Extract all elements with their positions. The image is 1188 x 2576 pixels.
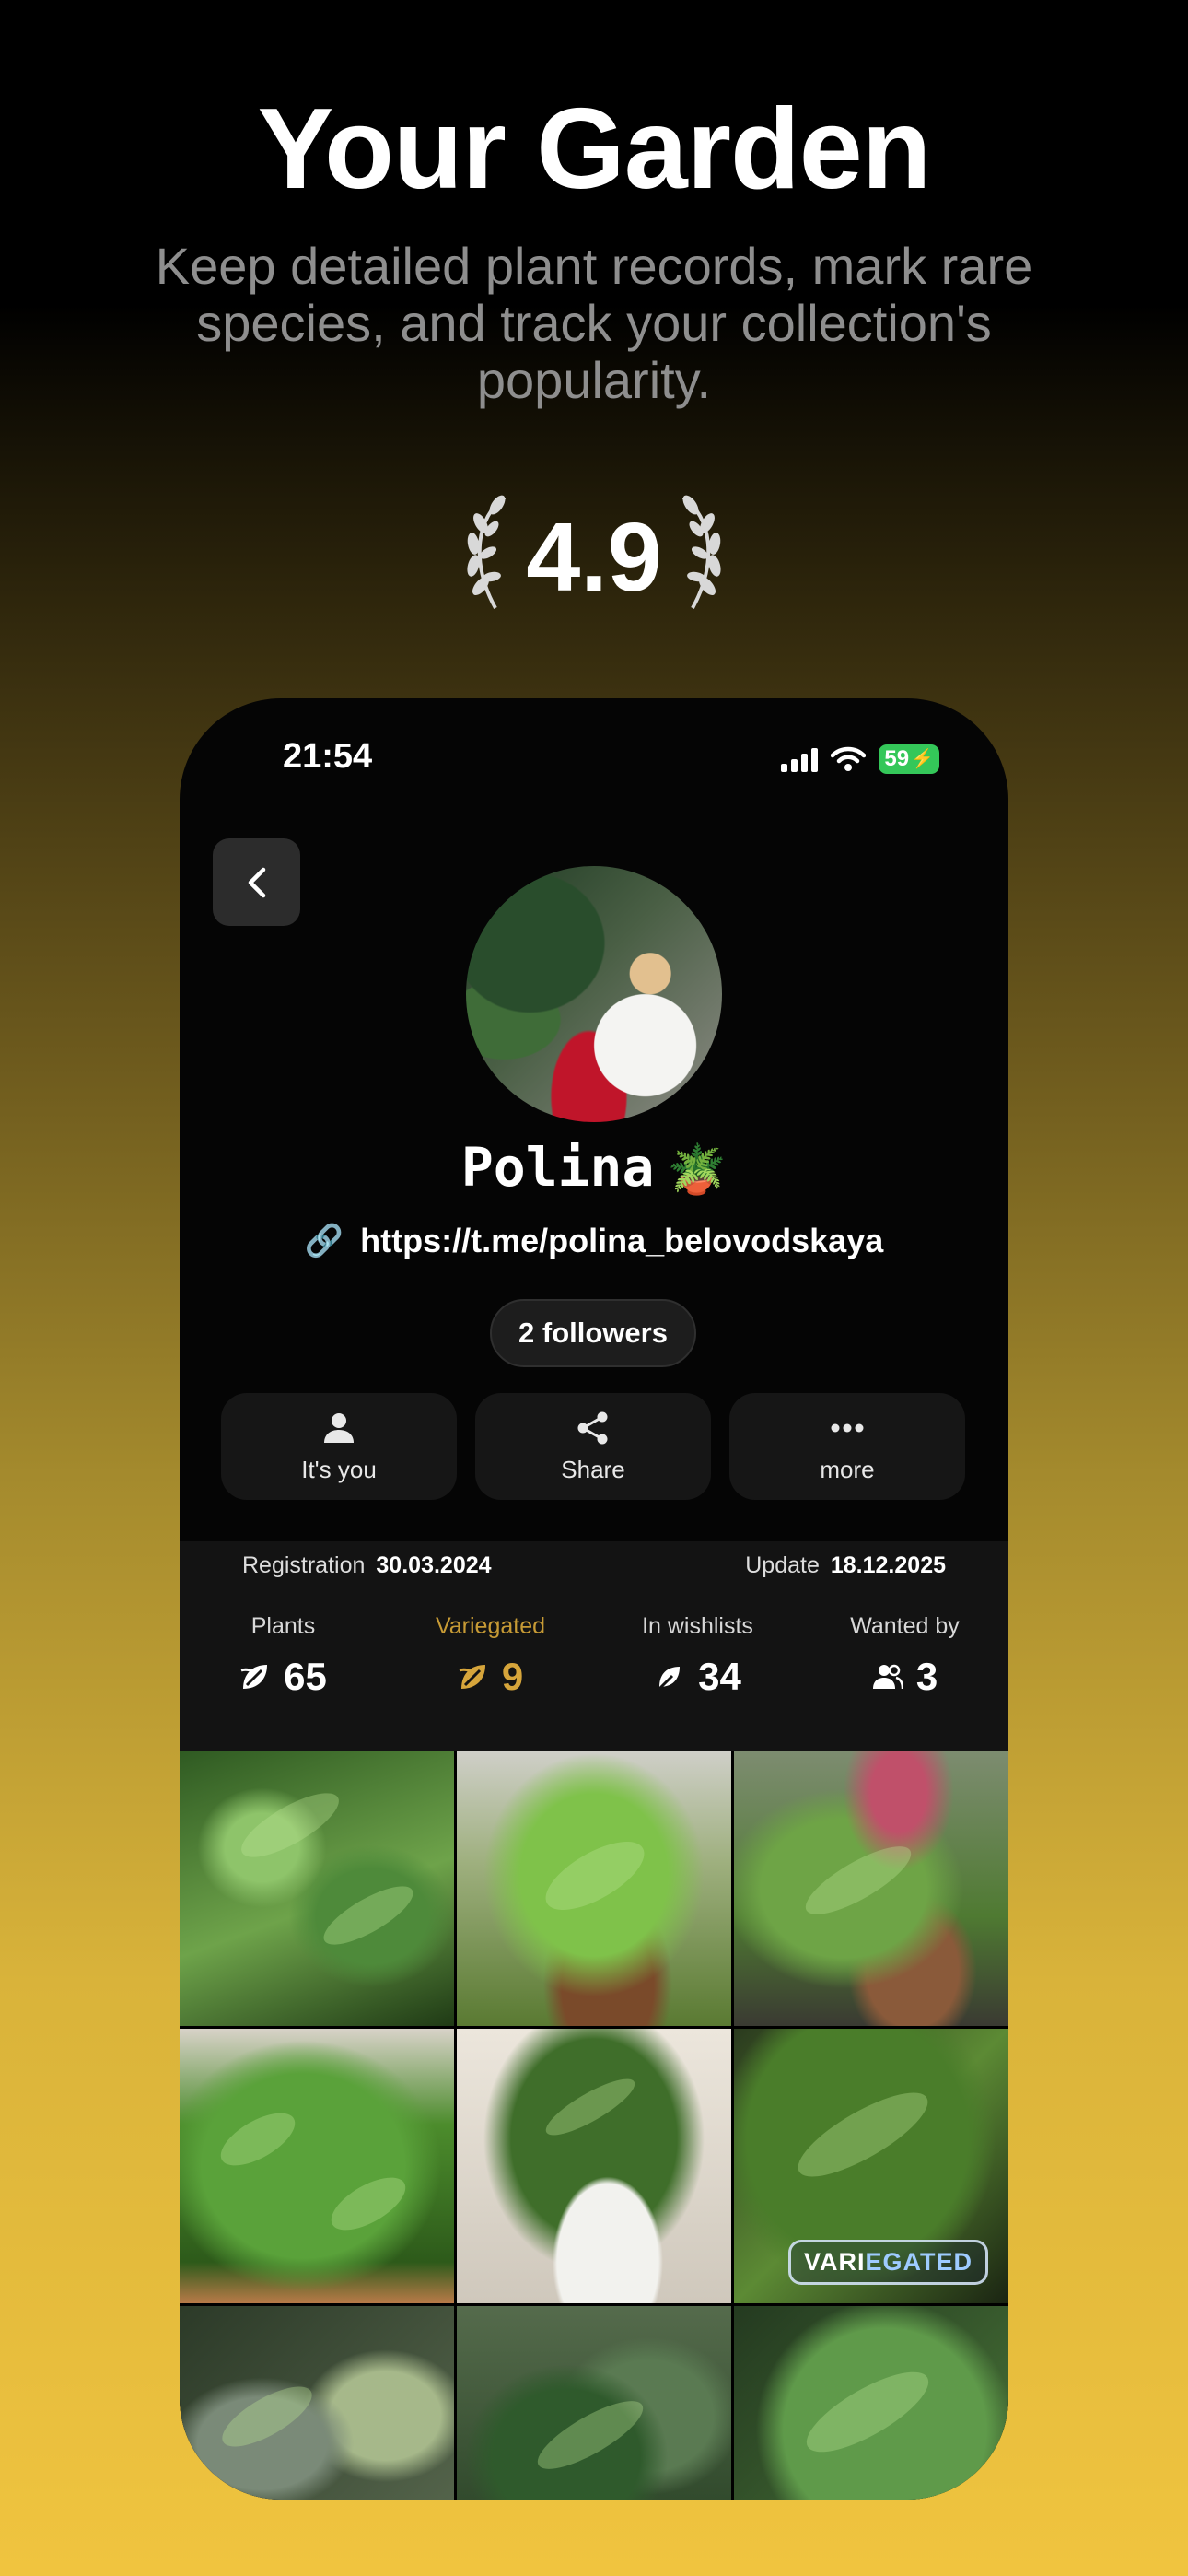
battery-level: 59 [884,746,910,771]
stat-wanted-value-row: 3 [801,1655,1008,1699]
share-label: Share [561,1455,625,1483]
plant-photo[interactable] [457,2029,731,2303]
stat-wanted-by[interactable]: Wanted by 3 [801,1613,1008,1699]
plant-photo[interactable] [734,1751,1008,2026]
registration-value: 30.03.2024 [376,1552,492,1578]
more-button[interactable]: more [729,1393,965,1500]
share-icon [577,1411,608,1444]
charging-icon: ⚡ [911,749,934,769]
followers-button[interactable]: 2 followers [490,1299,696,1367]
profile-name: Polina 🪴 [180,1131,1008,1206]
update-value: 18.12.2025 [830,1552,946,1578]
stat-plants[interactable]: Plants 65 [180,1613,387,1699]
leaf-icon [240,1665,268,1689]
share-button[interactable]: Share [475,1393,711,1500]
potted-plant-emoji: 🪴 [667,1142,728,1198]
signal-icon [781,746,819,772]
stat-wishlists-label: In wishlists [642,1613,753,1639]
stats-panel: Registration 30.03.2024 Update 18.12.2025 … [180,1541,1008,1751]
registration-date: Registration 30.03.2024 [242,1552,492,1579]
update-label: Update [745,1552,820,1578]
avatar[interactable] [466,866,722,1122]
stat-plants-label: Plants [250,1613,316,1639]
plant-photo[interactable] [734,2306,1008,2500]
status-time: 21:54 [283,737,373,776]
stat-wishlists-value-row: 34 [594,1655,801,1699]
link-icon: 🔗 [304,1224,344,1259]
more-label: more [820,1455,875,1483]
stat-variegated[interactable]: Variegated 9 [387,1613,594,1699]
person-icon [324,1412,354,1443]
variegated-badge-highlight: EGATED [865,2248,973,2276]
profile-name-text: Polina [460,1136,655,1199]
plant-photo[interactable] [180,1751,454,2026]
variegated-leaf-icon [459,1665,485,1689]
its-you-button[interactable]: It's you [221,1393,457,1500]
profile-link-text[interactable]: https://t.me/polina_belovodskaya [360,1222,883,1260]
stat-plants-value-row: 65 [180,1655,387,1699]
back-button[interactable] [213,838,300,926]
stats-row: Plants 65 Variegated 9 In wishlists 34 W… [180,1613,1008,1699]
plant-photo[interactable] [180,2306,454,2500]
stat-wanted-label: Wanted by [850,1613,960,1639]
stat-wishlists[interactable]: In wishlists 34 [594,1613,801,1699]
dates-row: Registration 30.03.2024 Update 18.12.2025 [242,1552,946,1579]
stat-variegated-label: Variegated [435,1613,546,1639]
stat-wanted-value: 3 [915,1655,938,1698]
profile-link[interactable]: 🔗 https://t.me/polina_belovodskaya [180,1222,1008,1260]
laurel-right-icon [681,495,721,609]
stat-plants-value: 65 [284,1655,327,1698]
status-icons: 59 ⚡ [781,743,939,776]
plant-photo[interactable] [180,2029,454,2303]
battery-indicator: 59 ⚡ [879,744,939,774]
plant-photo-grid: VARIEGATED [180,1751,1008,2500]
stat-wishlists-value: 34 [698,1655,741,1698]
promo-subtitle: Keep detailed plant records, mark rare s… [155,237,1033,409]
stat-variegated-value: 9 [501,1655,524,1698]
update-date: Update 18.12.2025 [745,1552,946,1579]
variegated-badge: VARIEGATED [787,2240,988,2285]
chevron-left-icon [248,867,265,897]
registration-label: Registration [242,1552,366,1578]
wifi-icon [831,746,867,771]
variegated-badge-prefix: VARI [803,2248,866,2276]
stat-variegated-value-row: 9 [387,1655,594,1699]
small-leaf-icon [658,1667,681,1691]
plant-photo[interactable] [457,1751,731,2026]
plant-photo[interactable]: VARIEGATED [734,2029,1008,2303]
more-icon [831,1423,864,1432]
rating-badge: 4.9 [460,488,728,626]
its-you-label: It's you [301,1455,377,1483]
plant-photo[interactable] [457,2306,731,2500]
action-row: It's you Share more [221,1393,967,1500]
people-icon [872,1664,903,1690]
promo-title: Your Garden [257,86,932,213]
phone-screen: 21:54 59 ⚡ Polina 🪴 🔗 https://t.me/polina… [180,698,1008,2500]
